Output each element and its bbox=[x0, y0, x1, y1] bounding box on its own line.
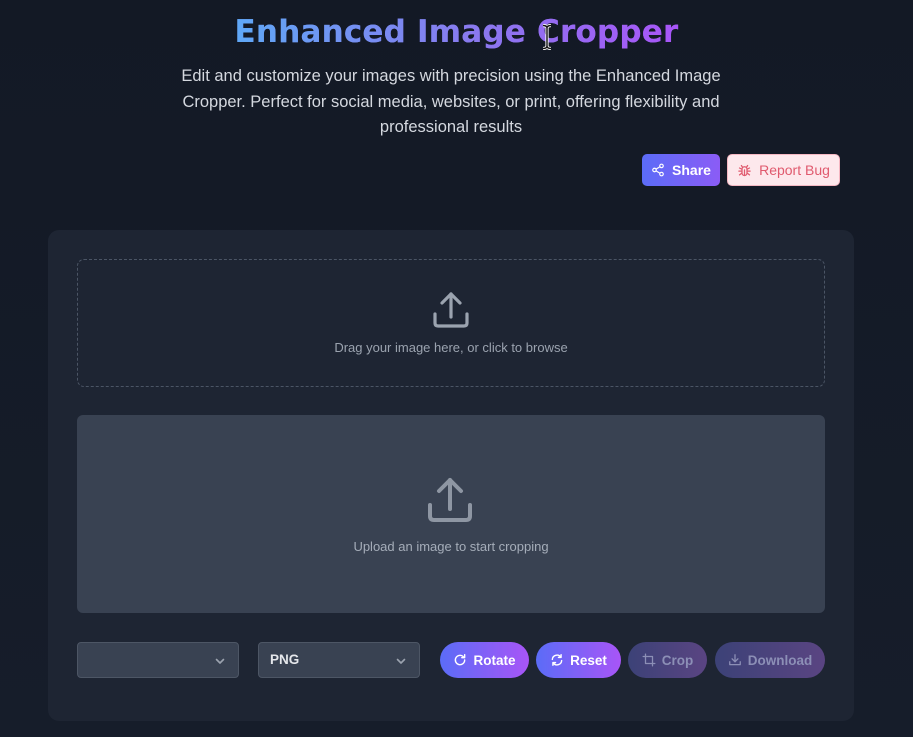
bug-icon bbox=[738, 164, 751, 176]
share-button[interactable]: Share bbox=[642, 154, 720, 186]
upload-icon bbox=[433, 292, 469, 328]
share-button-label: Share bbox=[672, 162, 711, 178]
chevron-down-icon bbox=[396, 658, 406, 664]
crop-preview-area: Upload an image to start cropping bbox=[77, 415, 825, 613]
format-value: PNG bbox=[270, 652, 300, 667]
download-label: Download bbox=[747, 652, 813, 668]
upload-icon bbox=[428, 478, 472, 522]
rotate-label: Rotate bbox=[473, 652, 516, 668]
crop-icon bbox=[642, 653, 656, 667]
rotate-button[interactable]: Rotate bbox=[440, 642, 529, 678]
format-select[interactable]: PNG bbox=[258, 642, 420, 678]
reset-button[interactable]: Reset bbox=[536, 642, 621, 678]
aspect-ratio-select[interactable] bbox=[77, 642, 239, 678]
preview-placeholder-text: Upload an image to start cropping bbox=[353, 539, 549, 554]
download-icon bbox=[728, 654, 741, 666]
rotate-icon bbox=[455, 654, 466, 666]
report-bug-label: Report Bug bbox=[759, 162, 830, 178]
report-bug-button[interactable]: Report Bug bbox=[727, 154, 840, 186]
refresh-icon bbox=[551, 654, 563, 666]
page-title-text: Enhanced Image Cropper bbox=[235, 10, 679, 54]
page-title: Enhanced Image Cropper bbox=[0, 10, 913, 54]
image-dropzone[interactable]: Drag your image here, or click to browse bbox=[77, 259, 825, 387]
crop-button[interactable]: Crop bbox=[628, 642, 707, 678]
reset-label: Reset bbox=[570, 652, 607, 668]
crop-label: Crop bbox=[661, 652, 694, 668]
text-cursor-icon bbox=[542, 24, 552, 50]
download-button[interactable]: Download bbox=[715, 642, 825, 678]
dropzone-text: Drag your image here, or click to browse bbox=[334, 340, 568, 355]
page-description: Edit and customize your images with prec… bbox=[181, 67, 721, 136]
share-icon bbox=[652, 163, 664, 177]
page: Enhanced Image Cropper Edit and customiz… bbox=[0, 0, 913, 737]
chevron-down-icon bbox=[215, 658, 225, 664]
